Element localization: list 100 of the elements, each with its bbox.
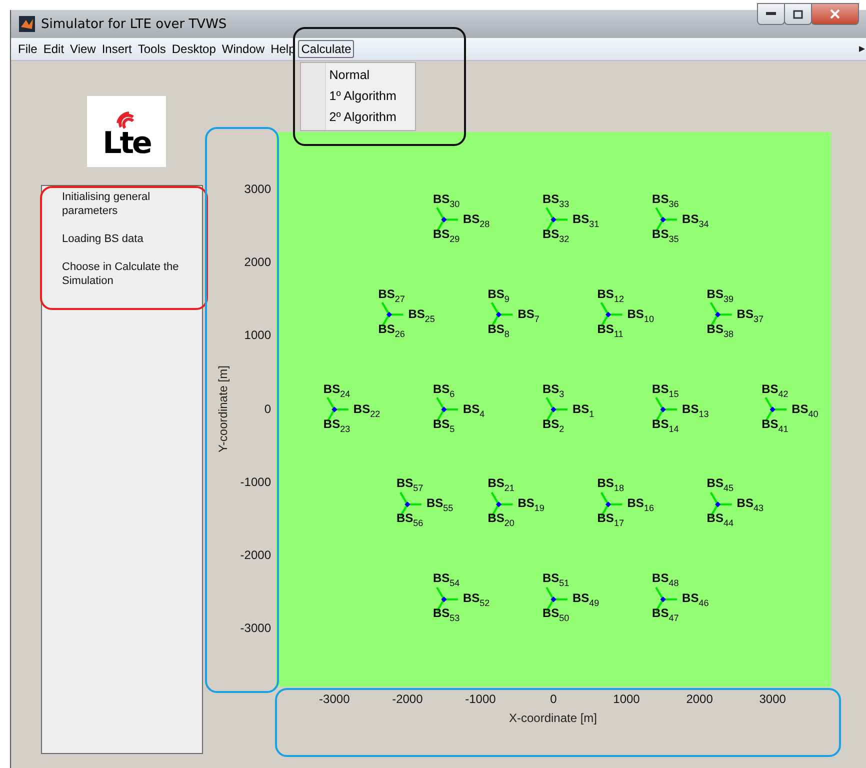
base-station-label: BS$_{37}$ (736, 308, 764, 326)
base-station-label: BS$_{35}$ (652, 228, 679, 246)
base-station-label: BS$_{26}$ (378, 322, 405, 341)
base-station-label: BS$_{7}$ (518, 308, 540, 326)
base-station-label: BS$_{52}$ (462, 592, 490, 610)
base-station-label: BS$_{22}$ (353, 402, 380, 420)
x-tick-label: -2000 (392, 692, 423, 706)
base-station-label: BS$_{42}$ (762, 382, 788, 400)
point (496, 312, 502, 318)
x-axis-label: X-coordinate [m] (508, 711, 598, 725)
base-station-label: BS$_{10}$ (627, 308, 654, 326)
base-station-label: BS$_{29}$ (432, 228, 460, 246)
base-station-label: BS$_{12}$ (597, 288, 624, 306)
point (605, 312, 612, 318)
base-station-label: BS$_{54}$ (432, 572, 460, 590)
base-station-label: BS$_{39}$ (706, 288, 734, 306)
x-tick-label: 2000 (686, 692, 713, 706)
base-station-label: BS$_{33}$ (542, 192, 570, 211)
base-station-label: BS$_{40}$ (792, 402, 818, 420)
base-station-label: BS$_{16}$ (627, 497, 654, 516)
base-station-label: BS$_{41}$ (762, 418, 788, 436)
undock-arrow-icon[interactable] (859, 46, 865, 52)
base-station-label: BS$_{5}$ (432, 418, 455, 436)
menu-item[interactable]: File (15, 40, 40, 58)
dropdown-item[interactable]: 1º Algorithm (301, 86, 416, 107)
base-station-label: BS$_{30}$ (432, 192, 460, 211)
log-message: Initialising general parameters (62, 190, 152, 218)
base-station-label: BS$_{24}$ (323, 382, 350, 400)
base-station-label: BS$_{50}$ (542, 607, 570, 626)
base-station-label: BS$_{55}$ (426, 497, 454, 516)
point (714, 312, 721, 318)
dropdown-item[interactable]: Normal (301, 65, 416, 86)
point (332, 406, 338, 412)
base-station-label: BS$_{19}$ (518, 497, 544, 516)
logo-text: Lte (102, 129, 150, 159)
point (404, 502, 410, 508)
maximize-button[interactable] (784, 3, 812, 25)
base-station-label: BS$_{18}$ (597, 477, 624, 496)
minimize-icon (766, 12, 776, 16)
point (660, 406, 666, 412)
base-station-label: BS$_{1}$ (572, 402, 594, 420)
point (550, 596, 556, 602)
base-station-label: BS$_{56}$ (396, 512, 424, 530)
point (770, 406, 776, 412)
menu-item[interactable]: Desktop (168, 40, 219, 58)
base-station-label: BS$_{27}$ (378, 288, 405, 306)
base-station-label: BS$_{49}$ (572, 592, 600, 610)
menu-item[interactable]: Edit (40, 40, 68, 58)
y-tick-label: 3000 (244, 182, 271, 196)
base-station-label: BS$_{47}$ (652, 607, 679, 626)
base-station-label: BS$_{15}$ (652, 382, 679, 400)
base-station-label: BS$_{14}$ (652, 418, 679, 436)
close-button[interactable] (811, 3, 859, 25)
app-icon (19, 16, 35, 32)
log-message: Choose in Calculate the Simulation (62, 260, 180, 288)
x-tick-label: -3000 (319, 692, 350, 706)
base-station-label: BS$_{23}$ (323, 418, 350, 436)
base-station-label: BS$_{51}$ (542, 572, 570, 590)
y-axis-label: Y-coordinate [m] (216, 366, 230, 452)
base-station-label: BS$_{9}$ (488, 288, 510, 306)
base-station-label: BS$_{38}$ (706, 322, 734, 341)
x-tick-label: 1000 (613, 692, 640, 706)
base-station-label: BS$_{46}$ (682, 592, 709, 610)
menu-item[interactable]: Window (218, 40, 268, 58)
base-station-label: BS$_{4}$ (462, 402, 485, 420)
point (441, 596, 447, 602)
base-station-label: BS$_{6}$ (432, 382, 455, 400)
log-message: Loading BS data (62, 232, 144, 246)
base-station-label: BS$_{20}$ (488, 512, 514, 530)
base-station-label: BS$_{48}$ (652, 572, 679, 590)
point (496, 502, 502, 508)
base-station-label: BS$_{36}$ (652, 192, 679, 211)
base-station-label: BS$_{25}$ (408, 308, 435, 326)
y-tick-label: -1000 (240, 474, 271, 489)
point (386, 312, 392, 318)
point (550, 216, 556, 222)
base-station-label: BS$_{17}$ (597, 512, 624, 530)
point (441, 216, 447, 222)
base-station-label: BS$_{28}$ (462, 212, 490, 231)
base-station-label: BS$_{43}$ (736, 497, 764, 516)
menu-item[interactable]: View (67, 40, 99, 58)
base-station-label: BS$_{11}$ (597, 322, 624, 341)
base-station-label: BS$_{3}$ (542, 382, 564, 400)
base-station-label: BS$_{53}$ (432, 607, 460, 626)
menu-item[interactable]: Calculate (298, 40, 354, 58)
point (550, 406, 556, 412)
menu-item[interactable]: Tools (134, 40, 169, 58)
base-station-label: BS$_{31}$ (572, 212, 600, 231)
x-tick-label: 0 (550, 692, 557, 706)
dropdown-item[interactable]: 2º Algorithm (301, 107, 416, 128)
menu-item[interactable]: Insert (98, 40, 135, 58)
base-station-label: BS$_{13}$ (682, 402, 709, 420)
y-tick-label: 2000 (244, 255, 271, 270)
base-station-label: BS$_{21}$ (488, 477, 514, 496)
point (441, 406, 447, 412)
minimize-button[interactable] (757, 3, 785, 25)
y-tick-label: 1000 (244, 328, 271, 342)
y-tick-label: -3000 (240, 620, 271, 635)
x-tick-label: -1000 (465, 692, 496, 706)
y-tick-label: 0 (264, 402, 271, 416)
